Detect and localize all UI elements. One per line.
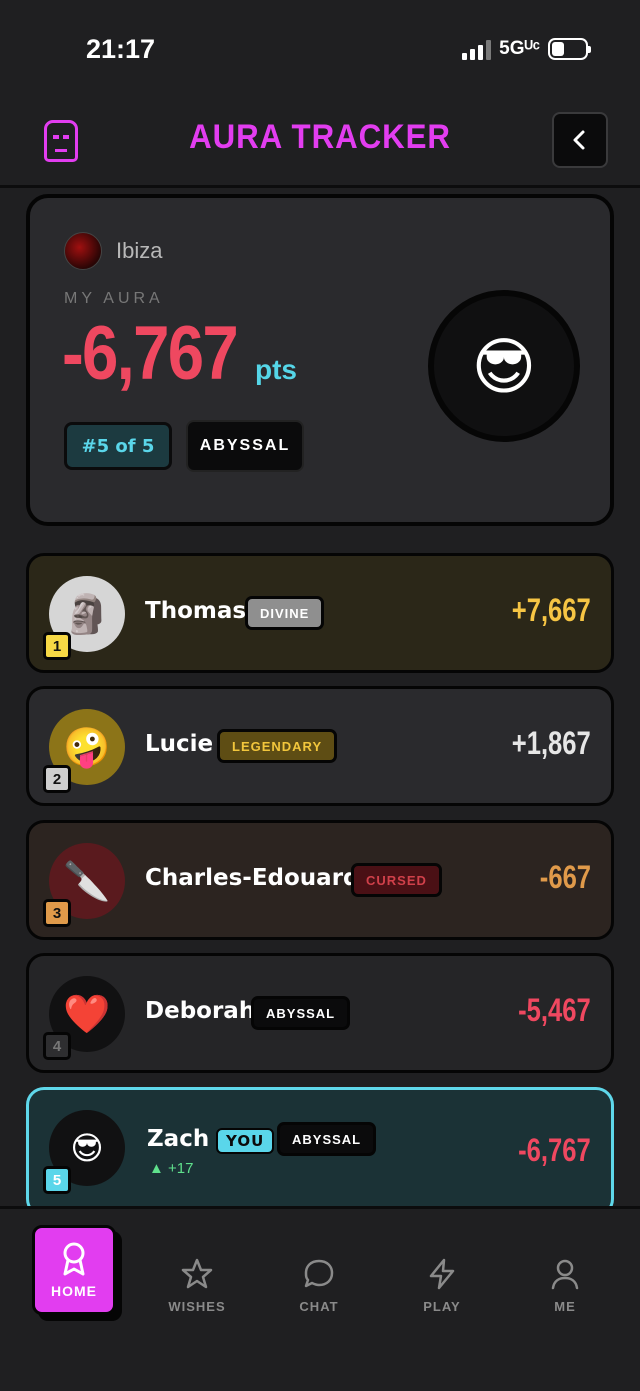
you-badge: YOU xyxy=(216,1128,275,1154)
member-name: Thomas xyxy=(145,598,247,624)
zany-face-emoji-icon: 🤪 xyxy=(63,724,111,769)
nav-wishes[interactable]: WISHES xyxy=(152,1257,242,1314)
rank-badge: #5 of 5 xyxy=(64,422,172,470)
status-icons: 5Gᵁᶜ xyxy=(462,38,591,60)
app-title: AURA TRACKER xyxy=(189,118,451,156)
chat-bubble-icon xyxy=(304,1259,334,1288)
nav-chat[interactable]: CHAT xyxy=(274,1257,364,1314)
tier-badge: DIVINE xyxy=(245,596,325,630)
leaderboard-row[interactable]: ❤️ 4 Deborah ABYSSAL -5,467 xyxy=(26,953,614,1073)
heart-emoji-icon: ❤️ xyxy=(63,991,111,1036)
network-label: 5Gᵁᶜ xyxy=(499,38,540,59)
back-button[interactable] xyxy=(552,112,608,168)
bottom-nav: HOME WISHES CHAT PLAY ME xyxy=(0,1206,640,1391)
nav-me[interactable]: ME xyxy=(520,1257,610,1314)
member-score: +7,667 xyxy=(511,592,591,628)
app-header: AURA TRACKER xyxy=(0,100,640,188)
user-icon xyxy=(551,1259,579,1290)
rank-badge: 3 xyxy=(43,899,71,927)
member-score: -667 xyxy=(539,859,591,895)
my-aura-card: Ibiza MY AURA -6,767 pts #5 of 5 ABYSSAL… xyxy=(26,194,614,526)
my-aura-label: MY AURA xyxy=(64,290,164,307)
member-name: Lucie xyxy=(145,731,214,757)
moai-emoji-icon: 🗿 xyxy=(63,591,111,636)
group-name: Ibiza xyxy=(116,238,163,263)
knife-emoji-icon: 🔪 xyxy=(63,858,111,903)
nav-home-label: HOME xyxy=(51,1283,97,1299)
rank-badge: 2 xyxy=(43,765,71,793)
tier-badge: ABYSSAL xyxy=(251,996,351,1030)
tier-badge: ABYSSAL xyxy=(186,420,304,472)
nav-home[interactable]: HOME xyxy=(32,1225,116,1315)
my-aura-points: -6,767 xyxy=(62,311,239,396)
rank-badge: 5 xyxy=(43,1166,71,1194)
rank-badge: 4 xyxy=(43,1032,71,1060)
member-name: Zach xyxy=(147,1126,210,1152)
nav-wishes-label: WISHES xyxy=(168,1299,226,1314)
member-score: +1,867 xyxy=(511,725,591,761)
member-score: -5,467 xyxy=(518,992,591,1028)
nav-me-label: ME xyxy=(554,1299,576,1314)
lightning-icon xyxy=(429,1258,455,1290)
sunglasses-emoji-icon: 😎 xyxy=(70,1129,104,1167)
group-avatar xyxy=(64,232,102,270)
rank-badge: 1 xyxy=(43,632,71,660)
group-selector[interactable]: Ibiza xyxy=(64,232,162,270)
tier-badge: CURSED xyxy=(351,863,442,897)
status-time: 21:17 xyxy=(86,34,156,64)
my-avatar: 😎 xyxy=(428,290,580,442)
member-score: -6,767 xyxy=(518,1132,591,1168)
nav-chat-label: CHAT xyxy=(299,1299,339,1314)
sunglasses-emoji-icon: 😎 xyxy=(471,329,537,403)
tier-badge: ABYSSAL xyxy=(277,1122,377,1156)
star-icon xyxy=(181,1258,213,1289)
status-bar: 21:17 5Gᵁᶜ xyxy=(0,0,640,100)
leaderboard-row[interactable]: 🔪 3 Charles-Edouard CURSED -667 xyxy=(26,820,614,940)
battery-icon xyxy=(548,38,591,60)
leaderboard-row-current-user[interactable]: 😎 5 Zach YOU ABYSSAL ▲ +17 -6,767 xyxy=(26,1087,614,1217)
leaderboard-row[interactable]: 🤪 2 Lucie LEGENDARY +1,867 xyxy=(26,686,614,806)
nav-play-label: PLAY xyxy=(423,1299,461,1314)
tier-badge: LEGENDARY xyxy=(217,729,338,763)
nav-play[interactable]: PLAY xyxy=(397,1257,487,1314)
award-ribbon-icon xyxy=(63,1242,85,1276)
signal-icon xyxy=(462,38,492,60)
chevron-left-icon xyxy=(573,130,585,150)
leaderboard-row[interactable]: 🗿 1 Thomas DIVINE +7,667 xyxy=(26,553,614,673)
score-delta: ▲ +17 xyxy=(149,1160,194,1177)
member-name: Deborah xyxy=(145,998,256,1024)
member-name: Charles-Edouard xyxy=(145,865,360,891)
points-unit: pts xyxy=(255,354,297,385)
